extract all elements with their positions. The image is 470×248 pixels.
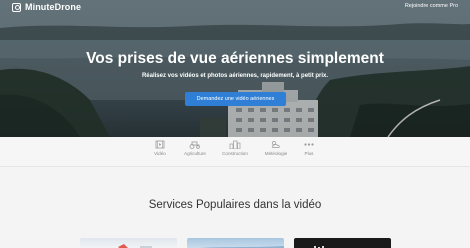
request-video-button[interactable]: Demandez une vidéo aériennes bbox=[185, 92, 286, 106]
camera-logo-icon bbox=[12, 2, 21, 12]
category-bar: Vidéo Agriculture Construction Météologi… bbox=[0, 137, 470, 167]
service-card[interactable] bbox=[80, 238, 177, 248]
tractor-icon bbox=[189, 141, 200, 149]
building-icon bbox=[229, 140, 241, 149]
brand-name: MinuteDrone bbox=[25, 2, 82, 12]
service-card-image bbox=[314, 246, 324, 248]
join-as-pro-link[interactable]: Rejoindre comme Pro bbox=[405, 3, 458, 9]
category-agriculture[interactable]: Agriculture bbox=[178, 140, 212, 156]
video-icon bbox=[155, 140, 165, 149]
service-card-image bbox=[118, 244, 152, 248]
hero-subtitle: Réalisez vos vidéos et photos aériennes,… bbox=[141, 73, 329, 79]
service-card[interactable] bbox=[294, 238, 391, 248]
top-navigation: MinuteDrone Rejoindre comme Pro bbox=[0, 0, 470, 14]
hero-title: Vos prises de vue aériennes simplement bbox=[86, 50, 384, 67]
hero-banner: MinuteDrone Rejoindre comme Pro Vos pris… bbox=[0, 0, 470, 137]
section-title: Services Populaires dans la vidéo bbox=[148, 199, 322, 211]
category-label: Construction bbox=[222, 151, 248, 156]
service-card[interactable] bbox=[187, 238, 284, 248]
more-icon bbox=[304, 143, 314, 146]
brand-logo[interactable]: MinuteDrone bbox=[12, 2, 81, 12]
category-video[interactable]: Vidéo bbox=[152, 140, 168, 156]
category-construction[interactable]: Construction bbox=[218, 140, 252, 156]
category-label: Plus bbox=[304, 151, 314, 156]
category-label: Météologie bbox=[264, 151, 288, 156]
category-label: Agriculture bbox=[184, 151, 206, 156]
category-label: Vidéo bbox=[154, 151, 166, 156]
weather-icon bbox=[271, 141, 280, 148]
category-meteology[interactable]: Météologie bbox=[260, 140, 292, 156]
category-more[interactable]: Plus bbox=[300, 140, 318, 156]
service-card-image bbox=[200, 246, 284, 248]
